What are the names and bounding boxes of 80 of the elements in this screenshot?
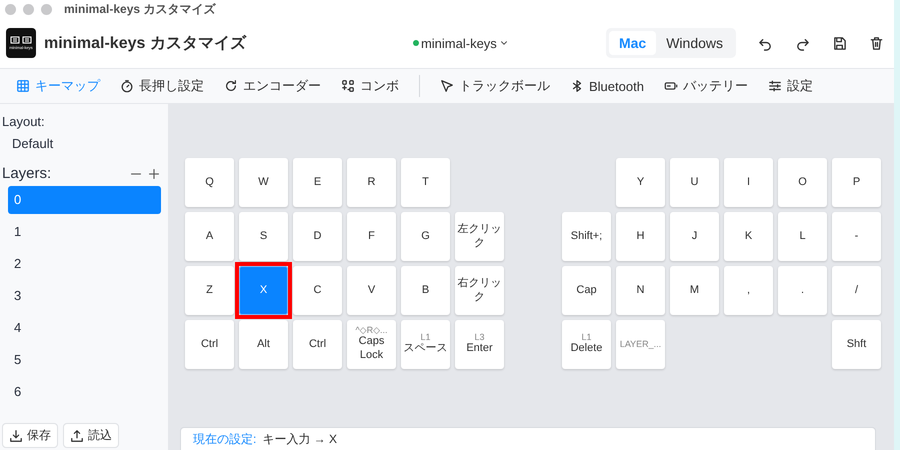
toolbar-tab[interactable]: コンボ bbox=[333, 73, 407, 99]
key[interactable]: U bbox=[670, 158, 719, 207]
settings-icon bbox=[768, 79, 782, 93]
key[interactable]: . bbox=[778, 266, 827, 315]
key[interactable]: G bbox=[401, 212, 450, 261]
toolbar-tab[interactable]: 設定 bbox=[760, 73, 821, 99]
toolbar-tab[interactable]: 長押し設定 bbox=[112, 73, 212, 99]
key[interactable]: P bbox=[832, 158, 881, 207]
key[interactable]: Shift+; bbox=[562, 212, 611, 261]
current-setting-label: 現在の設定: bbox=[193, 430, 256, 448]
os-option[interactable]: Windows bbox=[656, 31, 733, 55]
toolbar-tab[interactable]: Bluetooth bbox=[562, 74, 652, 98]
cursor-icon bbox=[440, 79, 454, 93]
key[interactable]: E bbox=[293, 158, 342, 207]
toolbar-tab[interactable]: エンコーダー bbox=[216, 73, 329, 99]
plus-icon[interactable] bbox=[148, 168, 160, 180]
key[interactable]: T bbox=[401, 158, 450, 207]
toolbar-tab[interactable]: バッテリー bbox=[656, 73, 756, 99]
layer-item[interactable]: 4 bbox=[8, 314, 161, 342]
sidebar-button[interactable]: 保存 bbox=[2, 423, 58, 448]
key[interactable]: Cap bbox=[562, 266, 611, 315]
grid-icon bbox=[16, 79, 30, 93]
key[interactable]: M bbox=[670, 266, 719, 315]
layout-value: Default bbox=[12, 136, 54, 151]
key[interactable]: Alt bbox=[239, 320, 288, 369]
key[interactable]: Z bbox=[185, 266, 234, 315]
save-icon[interactable] bbox=[832, 36, 847, 50]
key[interactable]: , bbox=[724, 266, 773, 315]
toolbar-tab[interactable]: トラックボール bbox=[432, 73, 558, 99]
key[interactable]: LAYER_... bbox=[616, 320, 665, 369]
key[interactable]: Ctrl bbox=[185, 320, 234, 369]
layout-label: Layout: bbox=[2, 114, 46, 129]
key[interactable]: L3 Enter bbox=[455, 320, 504, 369]
current-setting-value: キー入力 → X bbox=[262, 430, 338, 448]
key[interactable]: F bbox=[347, 212, 396, 261]
app-title: minimal-keys カスタマイズ bbox=[44, 34, 246, 54]
layer-item[interactable]: 2 bbox=[8, 250, 161, 278]
key[interactable]: / bbox=[832, 266, 881, 315]
key[interactable]: K bbox=[724, 212, 773, 261]
layer-item[interactable]: 6 bbox=[8, 378, 161, 406]
sidebar-button[interactable]: 読込 bbox=[63, 423, 119, 448]
stopwatch-icon bbox=[120, 79, 134, 93]
key[interactable]: O bbox=[778, 158, 827, 207]
key[interactable]: V bbox=[347, 266, 396, 315]
bluetooth-icon bbox=[570, 79, 584, 93]
key[interactable]: A bbox=[185, 212, 234, 261]
device-selector[interactable]: minimal-keys bbox=[412, 36, 509, 50]
key[interactable]: J bbox=[670, 212, 719, 261]
combo-icon bbox=[341, 79, 355, 93]
window-title: minimal-keys カスタマイズ bbox=[64, 0, 216, 18]
key[interactable]: S bbox=[239, 212, 288, 261]
trash-icon[interactable] bbox=[869, 36, 884, 50]
layer-item[interactable]: 0 bbox=[8, 186, 161, 214]
key[interactable]: L1 スペース bbox=[401, 320, 450, 369]
key[interactable]: L1 Delete bbox=[562, 320, 611, 369]
key[interactable]: - bbox=[832, 212, 881, 261]
key[interactable]: W bbox=[239, 158, 288, 207]
key[interactable]: ^◇R◇... Caps Lock bbox=[347, 320, 396, 369]
key[interactable]: B bbox=[401, 266, 450, 315]
key[interactable]: X bbox=[239, 266, 288, 315]
key[interactable]: Q bbox=[185, 158, 234, 207]
layers-label: Layers: bbox=[2, 165, 52, 182]
key[interactable]: N bbox=[616, 266, 665, 315]
key[interactable]: H bbox=[616, 212, 665, 261]
key[interactable]: 左クリック bbox=[455, 212, 504, 261]
layer-item[interactable]: 5 bbox=[8, 346, 161, 374]
key[interactable]: L bbox=[778, 212, 827, 261]
key[interactable]: C bbox=[293, 266, 342, 315]
key[interactable]: I bbox=[724, 158, 773, 207]
layer-item[interactable]: 3 bbox=[8, 282, 161, 310]
key[interactable]: Ctrl bbox=[293, 320, 342, 369]
layer-item[interactable]: 1 bbox=[8, 218, 161, 246]
key[interactable]: D bbox=[293, 212, 342, 261]
download-icon bbox=[9, 428, 23, 442]
key[interactable]: Y bbox=[616, 158, 665, 207]
upload-icon bbox=[70, 428, 84, 442]
key[interactable]: R bbox=[347, 158, 396, 207]
rotate-icon bbox=[224, 79, 238, 93]
key[interactable]: 右クリック bbox=[455, 266, 504, 315]
key[interactable]: Shft bbox=[832, 320, 881, 369]
